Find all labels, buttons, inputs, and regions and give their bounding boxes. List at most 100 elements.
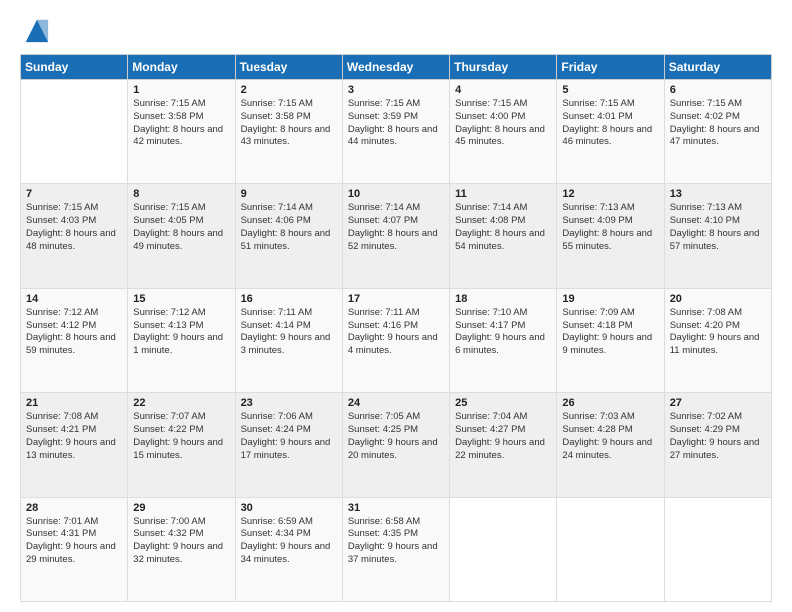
day-info: Sunrise: 7:06 AMSunset: 4:24 PMDaylight:… <box>241 411 337 462</box>
calendar-cell: 31 Sunrise: 6:58 AMSunset: 4:35 PMDayligh… <box>342 497 449 601</box>
day-info: Sunrise: 7:15 AMSunset: 4:03 PMDaylight:… <box>26 202 122 253</box>
day-number: 18 <box>455 293 551 305</box>
calendar-cell: 18Sunrise: 7:10 AMSunset: 4:17 PMDayligh… <box>450 288 557 392</box>
day-info: Sunrise: 7:15 AMSunset: 4:00 PMDaylight:… <box>455 98 551 149</box>
day-number: 20 <box>670 293 766 305</box>
calendar-cell: 5 Sunrise: 7:15 AMSunset: 4:01 PMDaylight… <box>557 80 664 184</box>
day-info: Sunrise: 7:14 AMSunset: 4:08 PMDaylight:… <box>455 202 551 253</box>
day-number: 25 <box>455 397 551 409</box>
day-number: 6 <box>670 84 766 96</box>
day-info: Sunrise: 7:15 AMSunset: 3:58 PMDaylight:… <box>241 98 337 149</box>
day-info: Sunrise: 7:12 AMSunset: 4:13 PMDaylight:… <box>133 307 229 358</box>
day-number: 21 <box>26 397 122 409</box>
day-info: Sunrise: 7:01 AMSunset: 4:31 PMDaylight:… <box>26 516 122 567</box>
day-number: 31 <box>348 502 444 514</box>
day-number: 5 <box>562 84 658 96</box>
calendar-week-row: 21Sunrise: 7:08 AMSunset: 4:21 PMDayligh… <box>21 393 772 497</box>
calendar-header-wednesday: Wednesday <box>342 55 449 80</box>
calendar-cell: 25 Sunrise: 7:04 AMSunset: 4:27 PMDayligh… <box>450 393 557 497</box>
calendar-cell: 13 Sunrise: 7:13 AMSunset: 4:10 PMDayligh… <box>664 184 771 288</box>
calendar-week-row: 28 Sunrise: 7:01 AMSunset: 4:31 PMDayligh… <box>21 497 772 601</box>
day-info: Sunrise: 7:15 AMSunset: 4:01 PMDaylight:… <box>562 98 658 149</box>
day-number: 7 <box>26 188 122 200</box>
day-number: 28 <box>26 502 122 514</box>
calendar-cell: 2Sunrise: 7:15 AMSunset: 3:58 PMDaylight… <box>235 80 342 184</box>
calendar-cell <box>21 80 128 184</box>
logo-icon <box>22 16 50 44</box>
header <box>20 16 772 44</box>
day-info: Sunrise: 7:15 AMSunset: 4:05 PMDaylight:… <box>133 202 229 253</box>
calendar-header-thursday: Thursday <box>450 55 557 80</box>
day-info: Sunrise: 7:13 AMSunset: 4:09 PMDaylight:… <box>562 202 658 253</box>
day-info: Sunrise: 7:12 AMSunset: 4:12 PMDaylight:… <box>26 307 122 358</box>
day-number: 16 <box>241 293 337 305</box>
page: SundayMondayTuesdayWednesdayThursdayFrid… <box>0 0 792 612</box>
day-info: Sunrise: 6:59 AMSunset: 4:34 PMDaylight:… <box>241 516 337 567</box>
day-info: Sunrise: 7:09 AMSunset: 4:18 PMDaylight:… <box>562 307 658 358</box>
calendar-cell: 17Sunrise: 7:11 AMSunset: 4:16 PMDayligh… <box>342 288 449 392</box>
day-number: 4 <box>455 84 551 96</box>
calendar-cell: 28 Sunrise: 7:01 AMSunset: 4:31 PMDayligh… <box>21 497 128 601</box>
day-number: 3 <box>348 84 444 96</box>
calendar-cell: 12 Sunrise: 7:13 AMSunset: 4:09 PMDayligh… <box>557 184 664 288</box>
calendar-cell: 6 Sunrise: 7:15 AMSunset: 4:02 PMDaylight… <box>664 80 771 184</box>
calendar-table: SundayMondayTuesdayWednesdayThursdayFrid… <box>20 54 772 602</box>
calendar-cell: 16 Sunrise: 7:11 AMSunset: 4:14 PMDayligh… <box>235 288 342 392</box>
calendar-cell: 1Sunrise: 7:15 AMSunset: 3:58 PMDaylight… <box>128 80 235 184</box>
day-info: Sunrise: 7:14 AMSunset: 4:06 PMDaylight:… <box>241 202 337 253</box>
calendar-cell: 11Sunrise: 7:14 AMSunset: 4:08 PMDayligh… <box>450 184 557 288</box>
day-info: Sunrise: 7:08 AMSunset: 4:20 PMDaylight:… <box>670 307 766 358</box>
day-info: Sunrise: 7:00 AMSunset: 4:32 PMDaylight:… <box>133 516 229 567</box>
calendar-header-sunday: Sunday <box>21 55 128 80</box>
day-info: Sunrise: 7:11 AMSunset: 4:14 PMDaylight:… <box>241 307 337 358</box>
day-number: 9 <box>241 188 337 200</box>
day-info: Sunrise: 7:05 AMSunset: 4:25 PMDaylight:… <box>348 411 444 462</box>
calendar-cell: 21Sunrise: 7:08 AMSunset: 4:21 PMDayligh… <box>21 393 128 497</box>
day-info: Sunrise: 7:07 AMSunset: 4:22 PMDaylight:… <box>133 411 229 462</box>
day-info: Sunrise: 7:15 AMSunset: 3:58 PMDaylight:… <box>133 98 229 149</box>
day-number: 23 <box>241 397 337 409</box>
calendar-cell <box>557 497 664 601</box>
calendar-week-row: 14 Sunrise: 7:12 AMSunset: 4:12 PMDayligh… <box>21 288 772 392</box>
day-number: 22 <box>133 397 229 409</box>
day-info: Sunrise: 7:04 AMSunset: 4:27 PMDaylight:… <box>455 411 551 462</box>
calendar-cell: 29Sunrise: 7:00 AMSunset: 4:32 PMDayligh… <box>128 497 235 601</box>
calendar-cell <box>664 497 771 601</box>
calendar-cell: 4 Sunrise: 7:15 AMSunset: 4:00 PMDaylight… <box>450 80 557 184</box>
calendar-cell: 24 Sunrise: 7:05 AMSunset: 4:25 PMDayligh… <box>342 393 449 497</box>
day-info: Sunrise: 7:02 AMSunset: 4:29 PMDaylight:… <box>670 411 766 462</box>
calendar-cell: 7 Sunrise: 7:15 AMSunset: 4:03 PMDaylight… <box>21 184 128 288</box>
logo <box>20 16 50 44</box>
day-number: 15 <box>133 293 229 305</box>
calendar-cell: 23 Sunrise: 7:06 AMSunset: 4:24 PMDayligh… <box>235 393 342 497</box>
day-info: Sunrise: 7:14 AMSunset: 4:07 PMDaylight:… <box>348 202 444 253</box>
calendar-cell: 9 Sunrise: 7:14 AMSunset: 4:06 PMDaylight… <box>235 184 342 288</box>
calendar-cell: 3 Sunrise: 7:15 AMSunset: 3:59 PMDaylight… <box>342 80 449 184</box>
day-info: Sunrise: 7:15 AMSunset: 4:02 PMDaylight:… <box>670 98 766 149</box>
calendar-cell: 14 Sunrise: 7:12 AMSunset: 4:12 PMDayligh… <box>21 288 128 392</box>
day-number: 27 <box>670 397 766 409</box>
day-number: 8 <box>133 188 229 200</box>
calendar-cell: 27 Sunrise: 7:02 AMSunset: 4:29 PMDayligh… <box>664 393 771 497</box>
calendar-header-tuesday: Tuesday <box>235 55 342 80</box>
calendar-cell: 26 Sunrise: 7:03 AMSunset: 4:28 PMDayligh… <box>557 393 664 497</box>
day-number: 30 <box>241 502 337 514</box>
day-number: 24 <box>348 397 444 409</box>
day-number: 19 <box>562 293 658 305</box>
day-number: 26 <box>562 397 658 409</box>
calendar-cell: 20 Sunrise: 7:08 AMSunset: 4:20 PMDayligh… <box>664 288 771 392</box>
day-info: Sunrise: 7:15 AMSunset: 3:59 PMDaylight:… <box>348 98 444 149</box>
day-info: Sunrise: 7:13 AMSunset: 4:10 PMDaylight:… <box>670 202 766 253</box>
calendar-header-row: SundayMondayTuesdayWednesdayThursdayFrid… <box>21 55 772 80</box>
day-number: 10 <box>348 188 444 200</box>
calendar-week-row: 1Sunrise: 7:15 AMSunset: 3:58 PMDaylight… <box>21 80 772 184</box>
calendar-cell: 30 Sunrise: 6:59 AMSunset: 4:34 PMDayligh… <box>235 497 342 601</box>
day-number: 13 <box>670 188 766 200</box>
day-number: 12 <box>562 188 658 200</box>
day-info: Sunrise: 7:03 AMSunset: 4:28 PMDaylight:… <box>562 411 658 462</box>
day-info: Sunrise: 7:11 AMSunset: 4:16 PMDaylight:… <box>348 307 444 358</box>
calendar-header-saturday: Saturday <box>664 55 771 80</box>
day-info: Sunrise: 6:58 AMSunset: 4:35 PMDaylight:… <box>348 516 444 567</box>
day-number: 14 <box>26 293 122 305</box>
calendar-cell: 15 Sunrise: 7:12 AMSunset: 4:13 PMDayligh… <box>128 288 235 392</box>
